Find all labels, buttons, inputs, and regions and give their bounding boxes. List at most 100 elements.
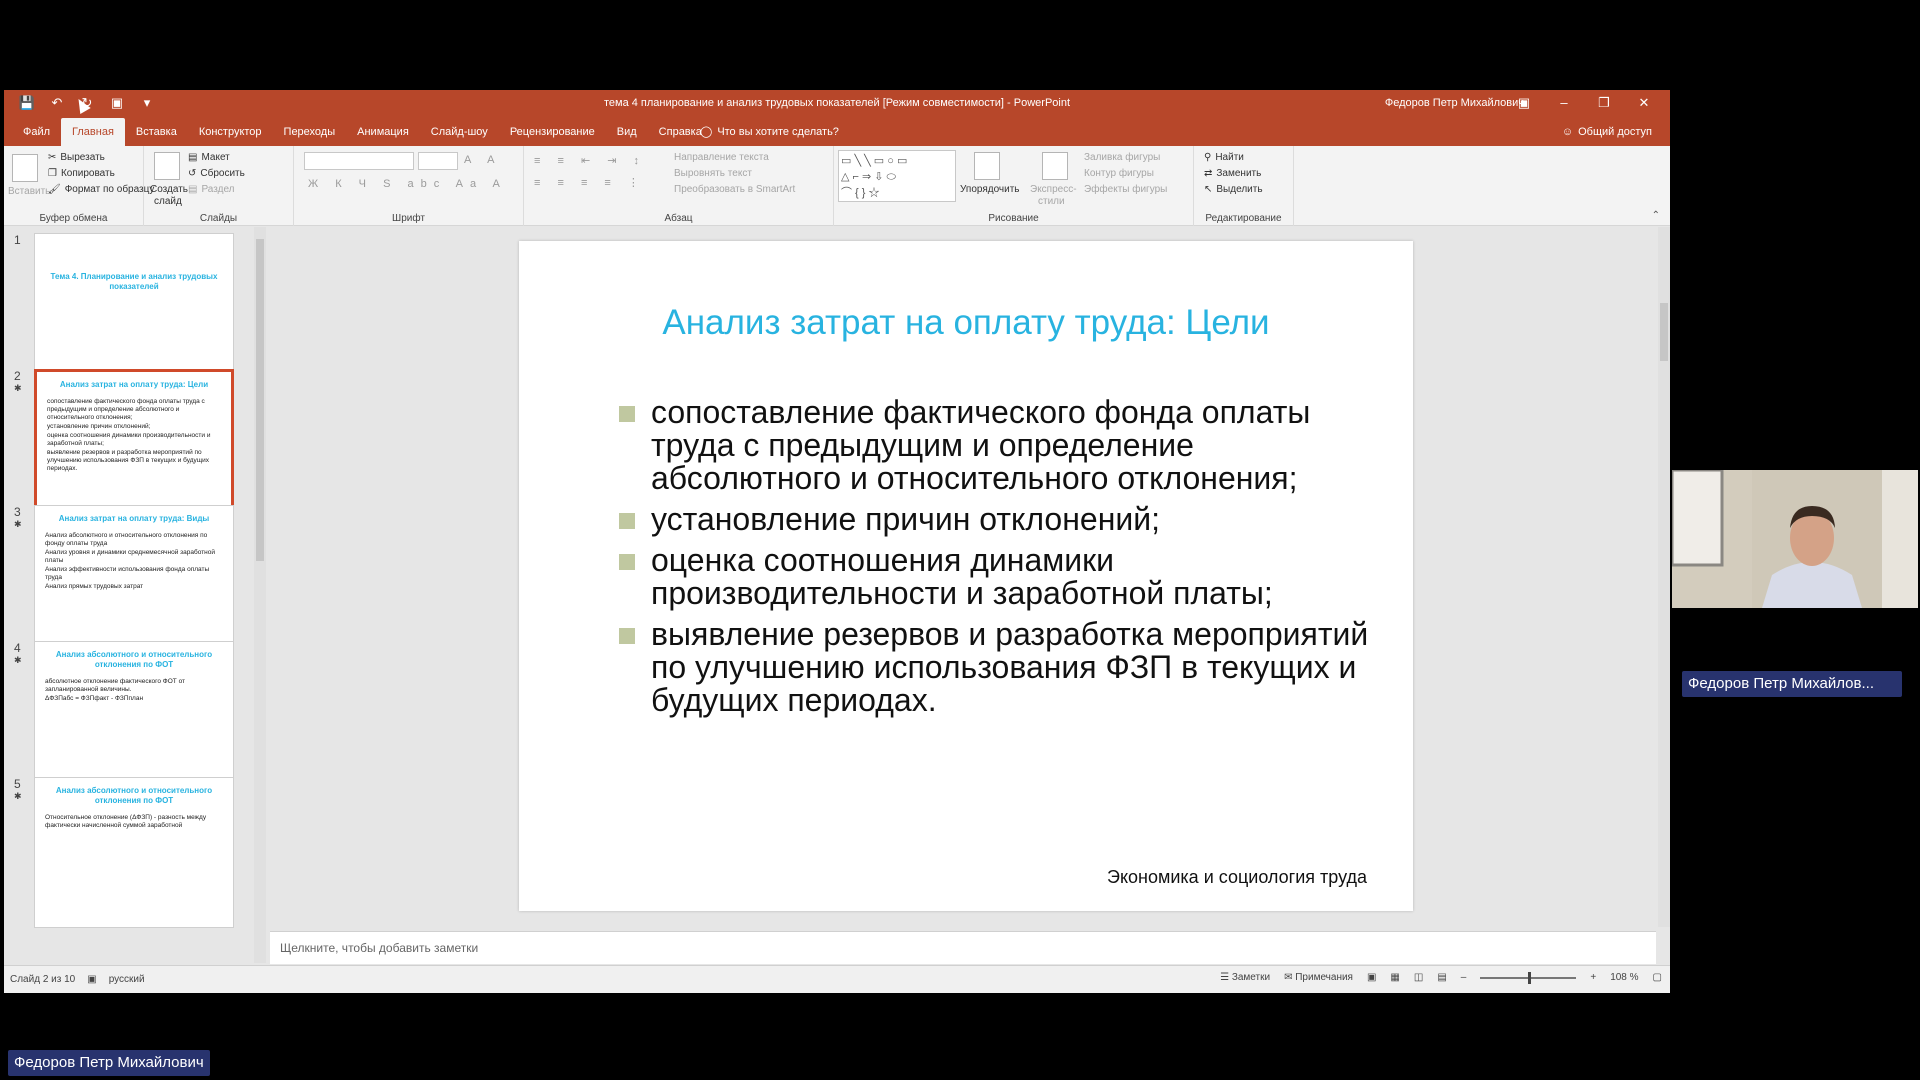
ribbon-tab[interactable]: Главная	[61, 118, 125, 146]
slide-bullet[interactable]: сопоставление фактического фонда оплаты …	[619, 396, 1379, 495]
find-button[interactable]: ⚲ Найти	[1204, 152, 1244, 163]
reset-label: Сбросить	[200, 168, 245, 179]
align-text-button[interactable]: Выровнять текст	[674, 168, 752, 179]
comments-toggle[interactable]: ✉ Примечания	[1284, 972, 1353, 983]
font-group-label: Шрифт	[392, 213, 425, 224]
new-slide-button-line2[interactable]: слайд	[154, 196, 182, 207]
brush-icon: 🖌	[48, 184, 61, 195]
thumbnail-preview[interactable]: Тема 4. Планирование и анализ трудовых п…	[34, 233, 234, 384]
minimize-icon[interactable]: –	[1544, 93, 1584, 113]
cut-button[interactable]: ✂ Вырезать	[48, 152, 105, 163]
slide-bullet-list[interactable]: сопоставление фактического фонда оплаты …	[619, 396, 1379, 725]
thumbnail-line: Анализ эффективности использования фонда…	[45, 566, 210, 581]
align-icons[interactable]: ≡ ≡ ≡ ≡ ⋮	[534, 176, 646, 189]
ribbon-tab[interactable]: Слайд-шоу	[420, 118, 499, 146]
thumbnails-scrollbar[interactable]	[254, 227, 266, 963]
find-label: Найти	[1215, 152, 1244, 163]
slide-bullet[interactable]: выявление резервов и разработка мероприя…	[619, 618, 1379, 717]
slideshow-view-icon[interactable]: ▤	[1437, 972, 1446, 983]
ribbon-display-icon[interactable]: ▣	[1504, 93, 1544, 113]
shapes-gallery[interactable]: ▭ ╲ ╲ ▭ ○ ▭ △ ⌐ ⇒ ⇩ ⬭ ⌒ { } ☆	[838, 150, 956, 202]
shape-outline-button[interactable]: Контур фигуры	[1084, 168, 1154, 179]
select-button[interactable]: ↖ Выделить	[1204, 184, 1263, 195]
zoom-slider[interactable]	[1480, 971, 1577, 984]
tell-me-box[interactable]: ◯ Что вы хотите сделать?	[700, 118, 839, 146]
ribbon-tab[interactable]: Переходы	[273, 118, 347, 146]
current-slide[interactable]: Анализ затрат на оплату труда: Цели сопо…	[519, 241, 1413, 911]
new-slide-button[interactable]: Создать	[150, 184, 188, 195]
transition-star-icon: ✱	[14, 655, 22, 665]
notes-pane[interactable]: Щелкните, чтобы добавить заметки	[270, 931, 1656, 964]
thumbnail-preview[interactable]: Анализ затрат на оплату труда: Виды Анали…	[34, 505, 234, 656]
spellcheck-icon[interactable]: ▣	[87, 974, 96, 985]
zoom-out-icon[interactable]: –	[1461, 972, 1467, 983]
quick-styles-icon[interactable]	[1042, 152, 1068, 180]
close-icon[interactable]: ✕	[1624, 93, 1664, 113]
slide-thumbnails-pane: 1 Тема 4. Планирование и анализ трудовых …	[4, 227, 266, 963]
thumbnail-line: абсолютное отклонение фактического ФОТ о…	[45, 678, 186, 693]
text-direction-button[interactable]: Направление текста	[674, 152, 769, 163]
thumbnails-scroll-knob[interactable]	[256, 239, 264, 561]
layout-icon: ▤	[188, 152, 198, 163]
slide-editor: Анализ затрат на оплату труда: Цели сопо…	[266, 227, 1656, 927]
quick-styles-button[interactable]: Экспресс-	[1030, 184, 1077, 195]
ribbon-tab[interactable]: Файл	[12, 118, 61, 146]
thumbnail-number: 4	[14, 641, 21, 655]
ribbon-tab[interactable]: Вид	[606, 118, 648, 146]
notes-toggle[interactable]: ☰ Заметки	[1220, 972, 1270, 983]
normal-view-icon[interactable]: ▣	[1367, 972, 1376, 983]
thumbnail-line: установление причин отклонений;	[47, 423, 151, 430]
font-format-icons[interactable]: Ж К Ч S abc Aa A	[308, 178, 507, 190]
reading-view-icon[interactable]: ◫	[1414, 972, 1423, 983]
paste-button[interactable]: Вставить	[8, 186, 50, 197]
cut-label: Вырезать	[60, 152, 105, 163]
section-button[interactable]: ▤ Раздел	[188, 184, 235, 195]
format-painter-button[interactable]: 🖌 Формат по образцу	[48, 184, 154, 195]
ribbon-tab[interactable]: Анимация	[346, 118, 420, 146]
slide-scroll-knob[interactable]	[1660, 303, 1668, 361]
copy-button[interactable]: ❐ Копировать	[48, 168, 115, 179]
ribbon-tab[interactable]: Вставка	[125, 118, 188, 146]
share-button[interactable]: ☺ Общий доступ	[1562, 118, 1652, 146]
slide-scrollbar[interactable]	[1658, 227, 1670, 927]
slide-footer[interactable]: Экономика и социология труда	[1107, 867, 1367, 888]
copy-icon: ❐	[48, 168, 57, 179]
fit-to-window-icon[interactable]: ▢	[1653, 972, 1662, 983]
ribbon-tab[interactable]: Конструктор	[188, 118, 273, 146]
language-indicator[interactable]: русский	[109, 974, 145, 985]
zoom-slider-thumb[interactable]	[1528, 971, 1532, 984]
arrange-button[interactable]: Упорядочить	[960, 184, 1020, 195]
thumbnail-preview[interactable]: Анализ затрат на оплату труда: Цели сопос…	[34, 369, 234, 520]
screen: 💾 ↶ ↻ ▣ ▾ тема 4 планирование и анализ т…	[0, 0, 1920, 1080]
quick-styles-button-line2[interactable]: стили	[1038, 196, 1065, 207]
editing-group-label: Редактирование	[1205, 213, 1282, 224]
layout-button[interactable]: ▤ Макет	[188, 152, 230, 163]
restore-icon[interactable]: ❐	[1584, 93, 1624, 113]
thumbnail-preview[interactable]: Анализ абсолютного и относительного откл…	[34, 641, 234, 792]
shape-effects-button[interactable]: Эффекты фигуры	[1084, 184, 1167, 195]
replace-button[interactable]: ⇄ Заменить	[1204, 168, 1261, 179]
paragraph-group-label: Абзац	[664, 213, 693, 224]
share-label: Общий доступ	[1578, 126, 1652, 138]
list-icons[interactable]: ≡ ≡ ⇤ ⇥ ↕	[534, 154, 646, 167]
zoom-level[interactable]: 108 %	[1610, 972, 1638, 983]
collapse-ribbon-icon[interactable]: ⌃	[1652, 210, 1660, 221]
slide-title[interactable]: Анализ затрат на оплату труда: Цели	[519, 303, 1413, 343]
shape-fill-button[interactable]: Заливка фигуры	[1084, 152, 1160, 163]
ribbon-tab[interactable]: Рецензирование	[499, 118, 606, 146]
reset-button[interactable]: ↺ Сбросить	[188, 168, 245, 179]
slide-bullet[interactable]: оценка соотношения динамики производител…	[619, 544, 1379, 610]
font-size-adjust-icons[interactable]: A A	[464, 154, 502, 166]
slide-counter: Слайд 2 из 10	[10, 974, 76, 985]
new-slide-icon[interactable]	[154, 152, 180, 180]
font-family-box[interactable]	[304, 152, 414, 170]
slide-bullet[interactable]: установление причин отклонений;	[619, 503, 1379, 536]
speaker-name-label: Федоров Петр Михайлович	[8, 1050, 210, 1076]
font-size-box[interactable]	[418, 152, 458, 170]
thumbnail-preview[interactable]: Анализ абсолютного и относительного откл…	[34, 777, 234, 928]
paste-icon[interactable]	[12, 154, 38, 182]
smartart-button[interactable]: Преобразовать в SmartArt	[674, 184, 795, 195]
arrange-icon[interactable]	[974, 152, 1000, 180]
zoom-in-icon[interactable]: +	[1590, 972, 1596, 983]
slide-sorter-icon[interactable]: ▦	[1390, 972, 1399, 983]
